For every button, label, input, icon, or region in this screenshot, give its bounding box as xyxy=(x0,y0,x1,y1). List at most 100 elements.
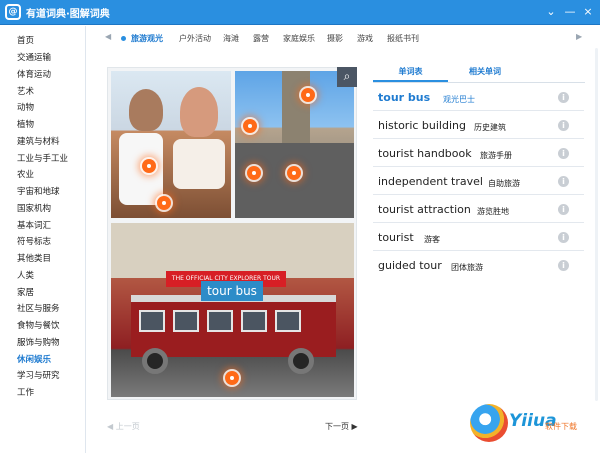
hotspot-tour-bus[interactable] xyxy=(225,371,239,385)
hotspot-guided-tour[interactable] xyxy=(247,166,261,180)
word-entry-tourist[interactable]: tourist 游客 i xyxy=(373,231,585,259)
info-icon[interactable]: i xyxy=(558,232,569,243)
info-icon[interactable]: i xyxy=(558,120,569,131)
tab-related-words[interactable]: 相关单词 xyxy=(448,63,522,82)
word-entry-guided-tour[interactable]: guided tour 团体旅游 i xyxy=(377,259,585,287)
word-chinese: 团体旅游 xyxy=(451,263,483,272)
title-bar: @ 有道词典·图解词典 ⌄ — × xyxy=(0,0,600,25)
tab-outdoor[interactable]: 户外活动 xyxy=(179,33,211,44)
info-icon[interactable]: i xyxy=(558,92,569,103)
word-english: independent travel xyxy=(378,175,483,188)
word-divider xyxy=(373,138,584,139)
tab-camping[interactable]: 露营 xyxy=(253,33,269,44)
word-divider xyxy=(373,222,584,223)
bus-window xyxy=(207,310,233,332)
sidebar-item-leisure[interactable]: 休闲娱乐 xyxy=(17,353,51,367)
sidebar-item-industry[interactable]: 工业与手工业 xyxy=(17,152,68,166)
sidebar-item-symbols[interactable]: 符号标志 xyxy=(17,235,51,249)
word-english: tour bus xyxy=(378,91,431,104)
minimize-button[interactable]: — xyxy=(562,4,578,20)
word-chinese: 游客 xyxy=(424,235,440,244)
tab-wordlist[interactable]: 单词表 xyxy=(373,63,448,82)
sidebar-item-community[interactable]: 社区与服务 xyxy=(17,302,60,316)
sidebar-item-agriculture[interactable]: 农业 xyxy=(17,168,34,182)
app-title: 有道词典·图解词典 xyxy=(26,9,110,20)
sidebar-item-study[interactable]: 学习与研究 xyxy=(17,369,60,383)
word-english: tourist handbook xyxy=(378,147,472,160)
word-entry-tour-bus[interactable]: tour bus 观光巴士 i xyxy=(373,91,585,119)
info-icon[interactable]: i xyxy=(558,176,569,187)
word-divider xyxy=(373,250,584,251)
zoom-icon[interactable]: ⌕ xyxy=(337,67,357,87)
tab-newspapers[interactable]: 报纸书刊 xyxy=(387,33,419,44)
sidebar-item-work[interactable]: 工作 xyxy=(17,386,34,400)
sidebar-item-clothing[interactable]: 服饰与购物 xyxy=(17,336,60,350)
active-tab-dot-icon xyxy=(121,36,126,41)
sidebar-item-universe[interactable]: 宇宙和地球 xyxy=(17,185,60,199)
hotspot-independent-travel[interactable] xyxy=(287,166,301,180)
sidebar-item-art[interactable]: 艺术 xyxy=(17,85,34,99)
prev-page-button[interactable]: ◀ 上一页 xyxy=(107,421,140,432)
tab-games[interactable]: 游戏 xyxy=(357,33,373,44)
info-icon[interactable]: i xyxy=(558,204,569,215)
word-entry-historic-building[interactable]: historic building 历史建筑 i xyxy=(373,119,585,147)
sidebar-item-government[interactable]: 国家机构 xyxy=(17,202,51,216)
sidebar-item-sports[interactable]: 体育运动 xyxy=(17,68,51,82)
hotspot-historic-building[interactable] xyxy=(301,88,315,102)
sidebar-item-animals[interactable]: 动物 xyxy=(17,101,34,115)
tabs-next-icon[interactable]: ▶ xyxy=(576,32,582,41)
tourist-woman xyxy=(180,87,218,137)
word-english: tourist xyxy=(378,231,414,244)
sidebar-item-human[interactable]: 人类 xyxy=(17,269,34,283)
tourist-crowd xyxy=(235,143,354,218)
word-divider xyxy=(373,166,584,167)
tab-sightseeing[interactable]: 旅游观光 xyxy=(131,33,163,44)
info-icon[interactable]: i xyxy=(558,260,569,271)
sidebar-item-home[interactable]: 首页 xyxy=(17,34,34,48)
watermark: Yiiua 软件下载 xyxy=(470,403,582,449)
bus-wheel xyxy=(142,348,168,374)
word-chinese: 游览胜地 xyxy=(477,207,509,216)
word-divider xyxy=(373,194,584,195)
tourists-photo xyxy=(111,71,231,218)
tab-beach[interactable]: 海滩 xyxy=(223,33,239,44)
hotspot-tourist-handbook[interactable] xyxy=(157,196,171,210)
word-chinese: 观光巴士 xyxy=(443,95,475,104)
sidebar-item-basic-words[interactable]: 基本词汇 xyxy=(17,219,51,233)
sidebar-item-home-life[interactable]: 家居 xyxy=(17,286,34,300)
next-page-button[interactable]: 下一页 ▶ xyxy=(325,421,358,432)
tourist-top xyxy=(173,139,225,189)
subcategory-tabs: ◀ 旅游观光 户外活动 海滩 露营 家庭娱乐 摄影 游戏 报纸书刊 ▶ xyxy=(100,30,585,48)
sidebar-item-plants[interactable]: 植物 xyxy=(17,118,34,132)
tab-photography[interactable]: 摄影 xyxy=(327,33,343,44)
sidebar-item-food[interactable]: 食物与餐饮 xyxy=(17,319,60,333)
word-panel-scrollbar[interactable] xyxy=(595,48,598,401)
bus-window xyxy=(173,310,199,332)
street-photo xyxy=(235,71,354,218)
panel-divider xyxy=(373,82,585,83)
word-entry-tourist-attraction[interactable]: tourist attraction 游览胜地 i xyxy=(373,203,585,231)
bus-window xyxy=(275,310,301,332)
tabs-prev-icon[interactable]: ◀ xyxy=(105,32,111,41)
word-chinese: 自助旅游 xyxy=(488,179,520,188)
word-english: historic building xyxy=(378,119,466,132)
watermark-logo-icon xyxy=(470,404,508,442)
close-button[interactable]: × xyxy=(580,4,596,20)
tourist-man xyxy=(129,89,163,131)
word-entry-independent-travel[interactable]: independent travel 自助旅游 i xyxy=(373,175,585,203)
info-icon[interactable]: i xyxy=(558,148,569,159)
hotspot-tourist-attraction[interactable] xyxy=(243,119,257,133)
watermark-subtitle: 软件下载 xyxy=(545,422,577,431)
word-entry-tourist-handbook[interactable]: tourist handbook 旅游手册 i xyxy=(373,147,585,175)
menu-button[interactable]: ⌄ xyxy=(543,4,559,20)
tab-family-fun[interactable]: 家庭娱乐 xyxy=(283,33,315,44)
hotspot-tourist[interactable] xyxy=(142,159,156,173)
app-logo-icon: @ xyxy=(5,4,21,20)
sidebar-item-other[interactable]: 其他类目 xyxy=(17,252,51,266)
historic-tower xyxy=(282,71,310,153)
sidebar-item-transport[interactable]: 交通运输 xyxy=(17,51,51,65)
sidebar-item-architecture[interactable]: 建筑与材料 xyxy=(17,135,60,149)
tour-bus-body xyxy=(131,295,336,357)
tour-bus-photo: THE OFFICIAL CITY EXPLORER TOUR xyxy=(111,223,354,397)
hotspot-caption: tour bus xyxy=(201,281,263,301)
